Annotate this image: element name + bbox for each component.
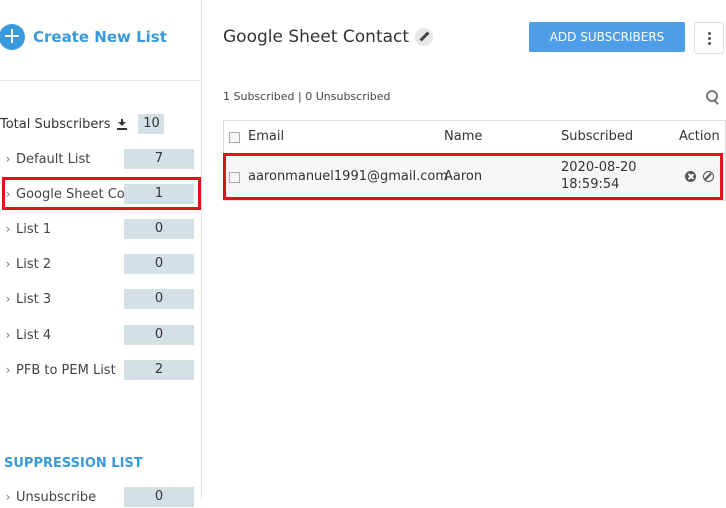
list-label: List 4 <box>16 327 52 343</box>
chevron-right-icon: › <box>5 363 11 377</box>
list-count: 0 <box>124 487 194 507</box>
sidebar-item-default-list[interactable]: › Default List 7 <box>0 148 201 170</box>
create-new-list-button[interactable]: + Create New List <box>0 22 167 52</box>
sidebar-item-list-3[interactable]: › List 3 0 <box>0 288 201 310</box>
dot <box>708 42 711 45</box>
sidebar-item-list-4[interactable]: › List 4 0 <box>0 324 201 346</box>
chevron-right-icon: › <box>5 222 11 236</box>
chevron-right-icon: › <box>5 328 11 342</box>
dot <box>708 32 711 35</box>
chevron-right-icon: › <box>5 292 11 306</box>
sidebar-item-list-1[interactable]: › List 1 0 <box>0 218 201 240</box>
list-label: Default List <box>16 151 91 167</box>
total-subscribers: Total Subscribers 10 <box>0 114 165 134</box>
divider <box>0 80 201 81</box>
list-count: 0 <box>124 254 194 274</box>
column-name[interactable]: Name <box>444 129 482 144</box>
suppression-list-title: SUPPRESSION LIST <box>4 456 143 471</box>
select-all-checkbox[interactable] <box>229 132 240 143</box>
sidebar-item-list-2[interactable]: › List 2 0 <box>0 253 201 275</box>
selection-highlight <box>2 177 201 210</box>
edit-pencil-icon[interactable] <box>415 28 434 46</box>
total-subscribers-label: Total Subscribers <box>0 116 111 132</box>
list-label: List 3 <box>16 291 52 307</box>
list-title: Google Sheet Contact <box>223 27 410 47</box>
sidebar-item-unsubscribe[interactable]: › Unsubscribe 0 <box>0 486 201 508</box>
total-subscribers-count: 10 <box>138 114 165 134</box>
column-subscribed[interactable]: Subscribed <box>561 129 633 144</box>
add-subscribers-button[interactable]: ADD SUBSCRIBERS <box>529 22 685 52</box>
page-title: Google Sheet Contact <box>223 27 434 47</box>
sidebar-item-pfb-to-pem-list[interactable]: › PFB to PEM List 2 <box>0 359 201 381</box>
list-label: List 1 <box>16 221 52 237</box>
more-options-button[interactable] <box>694 22 724 54</box>
list-count: 7 <box>124 149 194 169</box>
column-action: Action <box>679 129 720 144</box>
table-header: Email Name Subscribed Action <box>223 120 726 154</box>
download-icon[interactable] <box>116 118 128 130</box>
plus-circle-icon: + <box>0 24 25 50</box>
list-count: 2 <box>124 360 194 380</box>
create-new-list-label: Create New List <box>33 28 167 46</box>
search-icon[interactable] <box>706 90 720 105</box>
column-email[interactable]: Email <box>248 129 284 144</box>
list-label: Unsubscribe <box>16 489 97 505</box>
list-count: 0 <box>124 219 194 239</box>
sidebar: + Create New List Total Subscribers 10 ›… <box>0 0 202 507</box>
row-selection-highlight <box>223 153 723 200</box>
chevron-right-icon: › <box>5 152 11 166</box>
dot <box>708 37 711 40</box>
list-label: PFB to PEM List <box>16 362 116 378</box>
list-count: 0 <box>124 325 194 345</box>
subscription-status: 1 Subscribed | 0 Unsubscribed <box>223 90 391 103</box>
chevron-right-icon: › <box>5 490 11 504</box>
list-count: 0 <box>124 289 194 309</box>
chevron-right-icon: › <box>5 257 11 271</box>
list-label: List 2 <box>16 256 52 272</box>
